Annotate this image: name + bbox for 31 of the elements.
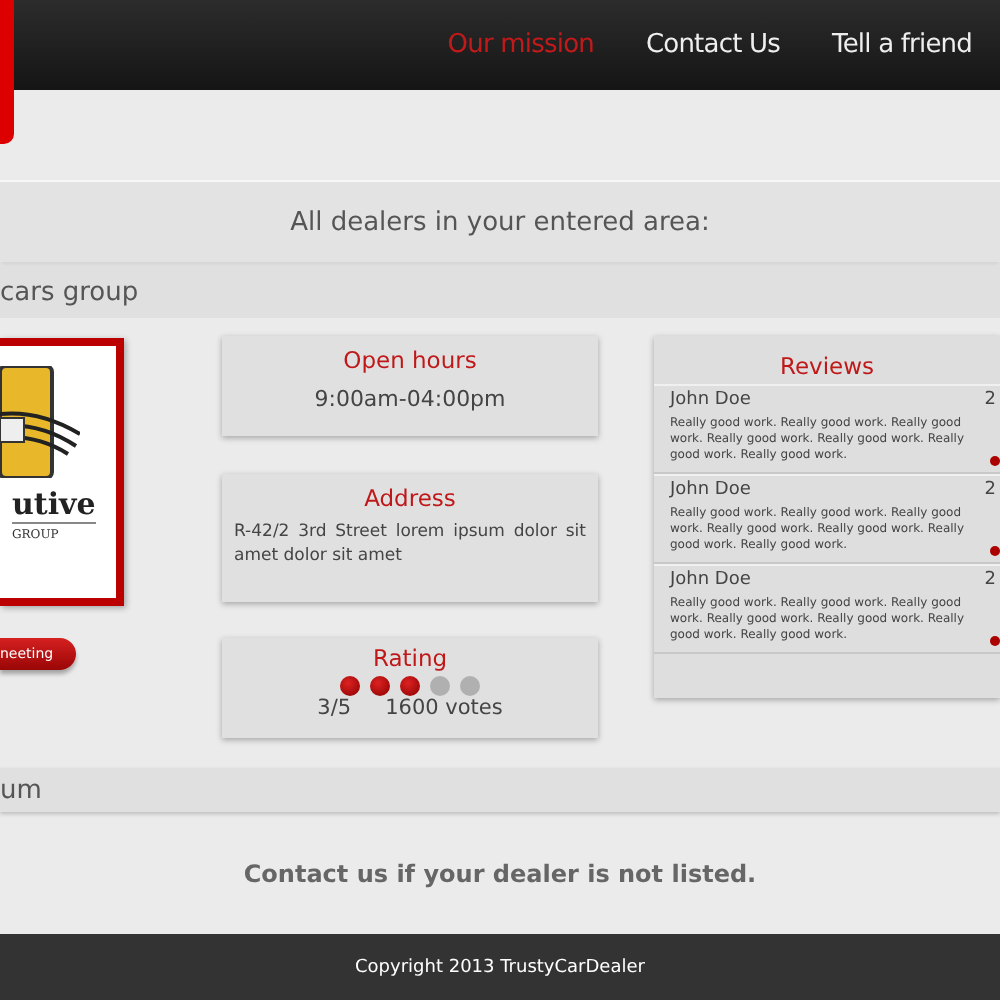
logo-wordmark: utive <box>12 486 96 524</box>
rating-dot <box>430 676 450 696</box>
results-heading: All dealers in your entered area: <box>290 207 710 237</box>
review-date: 2 <box>984 480 996 500</box>
car-emblem-icon <box>0 366 80 478</box>
contact-note: Contact us if your dealer is not listed. <box>243 859 757 887</box>
copyright-text: Copyright 2013 TrustyCarDealer <box>355 957 645 977</box>
rating-dot <box>400 676 420 696</box>
review-author: John Doe <box>670 570 751 590</box>
panel-title: Rating <box>372 644 448 672</box>
review-date: 2 <box>984 390 996 410</box>
dealer-name: cars group <box>0 277 139 307</box>
rating-dot <box>370 676 390 696</box>
vote-count: 1600 votes <box>385 696 503 720</box>
review-author: John Doe <box>670 390 751 410</box>
dot-icon <box>990 636 1000 646</box>
address-text: R-42/2 3rd Street lorem ipsum dolor sit amet dolor sit amet <box>234 520 586 568</box>
open-hours-value: 9:00am-04:00pm <box>314 386 506 412</box>
dealer-name: um <box>0 775 42 805</box>
rating-dot <box>340 676 360 696</box>
rating-dot <box>460 676 480 696</box>
nav-link[interactable]: Contact Us <box>645 30 780 60</box>
dot-icon <box>990 546 1000 556</box>
dot-icon <box>990 456 1000 466</box>
panel-title: Address <box>364 484 456 512</box>
review-date: 2 <box>984 570 996 590</box>
panel-title: Reviews <box>779 352 875 380</box>
rating-score: 3/5 <box>317 696 352 720</box>
panel-title: Open hours <box>343 346 477 374</box>
nav-link[interactable]: Tell a friend <box>831 30 972 60</box>
review-author: John Doe <box>670 480 751 500</box>
